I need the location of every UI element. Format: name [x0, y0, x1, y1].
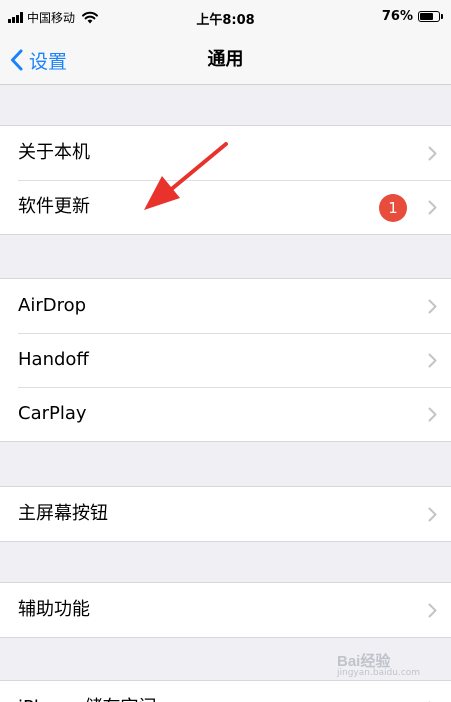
- page-title: 通用: [207, 49, 244, 70]
- chevron-left-icon: [11, 49, 23, 71]
- chevron-right-icon: [428, 603, 437, 618]
- navigation-bar: 设置 通用: [0, 36, 451, 85]
- red-arrow-icon: [144, 142, 228, 210]
- row-label: AirDrop: [18, 295, 87, 316]
- row-label: CarPlay: [18, 403, 87, 424]
- chevron-right-icon: [428, 200, 437, 215]
- settings-group-home-button: 主屏幕按钮: [0, 486, 451, 542]
- row-label: Handoff: [18, 349, 89, 370]
- row-accessibility[interactable]: 辅助功能: [0, 583, 451, 637]
- battery-level-fill: [420, 13, 434, 20]
- battery-icon: [418, 11, 440, 22]
- row-iphone-storage[interactable]: iPhone 储存空间: [0, 681, 451, 702]
- settings-group-continuity: AirDrop Handoff CarPlay: [0, 278, 451, 442]
- settings-general-screen: 中国移动 上午8:08 76% 设置 通用 关于本机 软件更新 1 AirDro…: [0, 0, 451, 702]
- battery-cap: [441, 14, 443, 19]
- chevron-right-icon: [428, 299, 437, 314]
- row-label: 软件更新: [18, 196, 90, 217]
- chevron-right-icon: [428, 407, 437, 422]
- back-button[interactable]: 设置: [10, 36, 67, 84]
- status-bar: 中国移动 上午8:08 76%: [0, 0, 451, 36]
- row-airdrop[interactable]: AirDrop: [0, 279, 451, 333]
- row-label: 主屏幕按钮: [18, 503, 108, 524]
- row-handoff[interactable]: Handoff: [0, 333, 451, 387]
- baidu-watermark: Bai经验 jingyan.baidu.com: [337, 650, 447, 682]
- settings-group-accessibility: 辅助功能: [0, 582, 451, 638]
- watermark-subtext: jingyan.baidu.com: [337, 668, 421, 678]
- row-label: iPhone 储存空间: [18, 681, 156, 702]
- row-carplay[interactable]: CarPlay: [0, 387, 451, 441]
- battery-percent: 76%: [381, 9, 413, 24]
- row-label: 辅助功能: [18, 599, 90, 620]
- row-label: 关于本机: [18, 142, 90, 163]
- chevron-right-icon: [428, 353, 437, 368]
- chevron-right-icon: [428, 146, 437, 161]
- update-badge: 1: [379, 194, 407, 222]
- row-home-button[interactable]: 主屏幕按钮: [0, 487, 451, 541]
- status-right: 76%: [382, 9, 443, 24]
- chevron-right-icon: [428, 507, 437, 522]
- settings-group-storage: iPhone 储存空间: [0, 680, 451, 702]
- back-label: 设置: [29, 50, 68, 73]
